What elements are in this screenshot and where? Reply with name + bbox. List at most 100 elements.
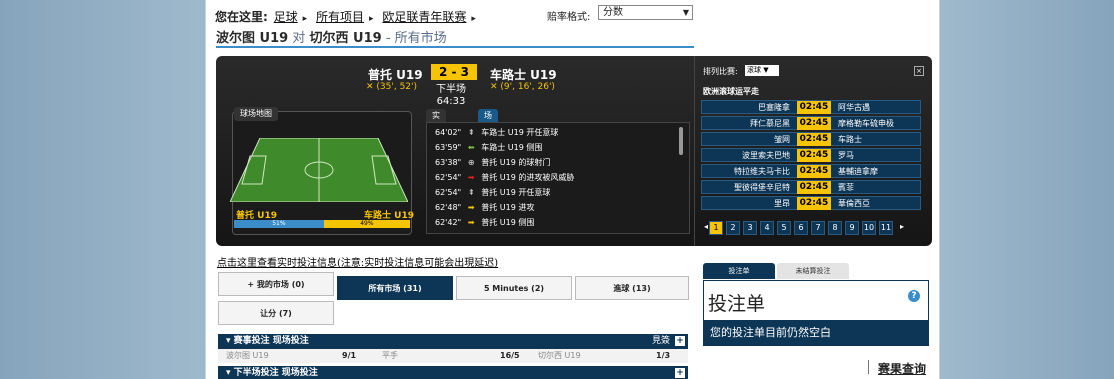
tab-betslip[interactable]: 投注单 <box>703 263 775 279</box>
event-time: 62'42" <box>435 218 462 227</box>
live-away: 賓菲 <box>838 183 854 192</box>
event-text: 普托 U19 的球射门 <box>481 158 551 167</box>
title-vs: 对 <box>292 31 306 46</box>
close-icon[interactable]: × <box>914 66 924 76</box>
live-clock: 02:45 <box>797 133 831 146</box>
betslip-title: 投注单 <box>708 293 766 315</box>
tab-unsettled[interactable]: 未结算投注 <box>777 263 849 279</box>
tab-commentary[interactable]: 实况解说 <box>426 109 446 159</box>
market-tab[interactable]: 進球 (13) <box>575 276 689 300</box>
live-match-row[interactable]: 皱网 02:45 车路士 <box>701 132 921 146</box>
section-match-bet[interactable]: ▾ 赛事投注 现场投注 見簽 + <box>218 334 688 349</box>
live-home: 特拉维夫马卡比 <box>734 167 790 176</box>
plus-icon[interactable]: + <box>675 336 685 346</box>
event-time: 62'54" <box>435 188 462 197</box>
title-suffix: - 所有市场 <box>385 31 447 46</box>
event-time: 63'38" <box>435 158 462 167</box>
odds-away-price[interactable]: 1/3 <box>656 349 670 363</box>
event-text: 普托 U19 进攻 <box>481 203 535 212</box>
live-info-link[interactable]: 点击这里查看实时投注信息(注意:实时投注信息可能会出現延迟) <box>217 254 498 269</box>
breadcrumb-league[interactable]: 欧足联青年联赛 <box>382 10 466 24</box>
help-icon[interactable]: ? <box>908 290 920 302</box>
chevron-right-icon: ▸ <box>471 14 476 24</box>
player-icon: ⇞ <box>467 188 475 197</box>
tab-stats[interactable]: 场边统计 <box>478 109 498 159</box>
event-text: 车路士 U19 侧围 <box>481 143 543 152</box>
betslip-empty: 您的投注单目前仍然空白 <box>704 320 928 345</box>
live-clock: 02:45 <box>797 181 831 194</box>
market-tab[interactable]: 让分 (7) <box>218 301 334 325</box>
feed-scrollbar[interactable] <box>679 127 683 155</box>
title-away: 切尔西 U19 <box>309 31 382 46</box>
event-text: 车路士 U19 开任意球 <box>481 128 559 137</box>
live-away: 车路士 <box>838 135 862 144</box>
page-button[interactable]: 10 <box>862 221 876 235</box>
live-clock: 02:45 <box>797 165 831 178</box>
odds-away-team: 切尔西 U19 <box>538 351 581 360</box>
feed-event: 62'54" ➡ 普托 U19 的进攻被风威胁 <box>435 172 574 183</box>
section-title: ▾ 下半场投注 现场投注 <box>226 368 318 378</box>
event-time: 62'54" <box>435 173 462 182</box>
live-clock: 02:45 <box>797 101 831 114</box>
page-button[interactable]: 7 <box>811 221 825 235</box>
live-header: 欧洲滚球运平走 <box>703 87 759 96</box>
sort-select[interactable]: 滚球 ▼ <box>745 65 779 76</box>
live-clock: 02:45 <box>797 149 831 162</box>
live-matches-panel: 排列比赛: 滚球 ▼ × 欧洲滚球运平走 巴塞隆拿 02:45 阿华古遇拜仁慕尼黑 0… <box>694 56 932 246</box>
market-tab[interactable]: 5 Minutes (2) <box>456 276 572 300</box>
live-home: 皱网 <box>774 135 790 144</box>
sort-label: 排列比赛: <box>703 67 738 76</box>
betslip-body: 投注单 ? 您的投注单目前仍然空白 <box>703 280 929 346</box>
page-button[interactable]: 9 <box>845 221 859 235</box>
event-text: 普托 U19 的进攻被风威胁 <box>481 173 575 182</box>
event-text: 普托 U19 开任意球 <box>481 188 551 197</box>
home-goals-text: (35', 52') <box>376 82 418 92</box>
live-match-row[interactable]: 波里索夫巴地 02:45 罗马 <box>701 148 921 162</box>
next-page-icon[interactable]: ▸ <box>895 221 909 235</box>
live-match-row[interactable]: 特拉维夫马卡比 02:45 基輔迪拿摩 <box>701 164 921 178</box>
home-team-name: 普托 U19 <box>368 68 423 82</box>
page-button[interactable]: 4 <box>760 221 774 235</box>
market-tab[interactable]: 所有市场 (31) <box>337 276 453 300</box>
page-button[interactable]: 6 <box>794 221 808 235</box>
breadcrumb: 您在这里: 足球 ▸ 所有项目 ▸ 欧足联青年联赛 ▸ <box>215 8 479 25</box>
section-show[interactable]: 見簽 <box>652 334 670 349</box>
event-text: 普托 U19 侧围 <box>481 218 535 227</box>
score-badge: 2 - 3 <box>431 64 477 80</box>
player-icon: ⇞ <box>467 128 475 137</box>
page-button[interactable]: 3 <box>743 221 757 235</box>
event-time: 63'59" <box>435 143 462 152</box>
title-divider <box>216 46 694 48</box>
live-match-row[interactable]: 聖彼得堡辛尼特 02:45 賓菲 <box>701 180 921 194</box>
live-match-row[interactable]: 拜仁慕尼黑 02:45 摩格勒车硫申极 <box>701 116 921 130</box>
chevron-right-icon: ▸ <box>302 14 308 24</box>
odds-home-price[interactable]: 9/1 <box>342 349 356 363</box>
home-goal-times: ✕ (35', 52') <box>366 82 418 92</box>
page-button[interactable]: 2 <box>726 221 740 235</box>
live-home: 拜仁慕尼黑 <box>750 119 790 128</box>
event-time: 64'02" <box>435 128 462 137</box>
odds-row: 波尔图 U19 9/1 平手 16/5 切尔西 U19 1/3 <box>218 349 688 363</box>
live-match-row[interactable]: 里昂 02:45 華倫西亞 <box>701 196 921 210</box>
section-second-half[interactable]: ▾ 下半场投注 现场投注 + <box>218 366 688 379</box>
feed-event: 62'54" ⇞ 普托 U19 开任意球 <box>435 187 550 198</box>
breadcrumb-all[interactable]: 所有项目 <box>316 10 364 24</box>
page-button[interactable]: 5 <box>777 221 791 235</box>
top-bar: 您在这里: 足球 ▸ 所有项目 ▸ 欧足联青年联赛 ▸ 赔率格式: 分数 <box>215 5 935 26</box>
odds-draw-price[interactable]: 16/5 <box>500 349 520 363</box>
live-away: 基輔迪拿摩 <box>838 167 878 176</box>
chevron-right-icon: ▸ <box>369 14 374 24</box>
arrow-right-icon: ➡ <box>467 218 475 227</box>
page-button[interactable]: 8 <box>828 221 842 235</box>
odds-format-select[interactable]: 分数 <box>598 5 693 20</box>
page-button[interactable]: 11 <box>879 221 893 235</box>
feed-event: 62'48" ➡ 普托 U19 进攻 <box>435 202 534 213</box>
results-link[interactable]: 赛果查询 <box>878 360 926 377</box>
plus-icon[interactable]: + <box>675 368 685 378</box>
breadcrumb-football[interactable]: 足球 <box>274 10 298 24</box>
odds-home-team: 波尔图 U19 <box>226 351 269 360</box>
page-button[interactable]: 1 <box>709 221 723 235</box>
market-tab[interactable]: + 我的市场 (0) <box>218 272 334 296</box>
live-clock: 02:45 <box>797 117 831 130</box>
live-match-row[interactable]: 巴塞隆拿 02:45 阿华古遇 <box>701 100 921 114</box>
